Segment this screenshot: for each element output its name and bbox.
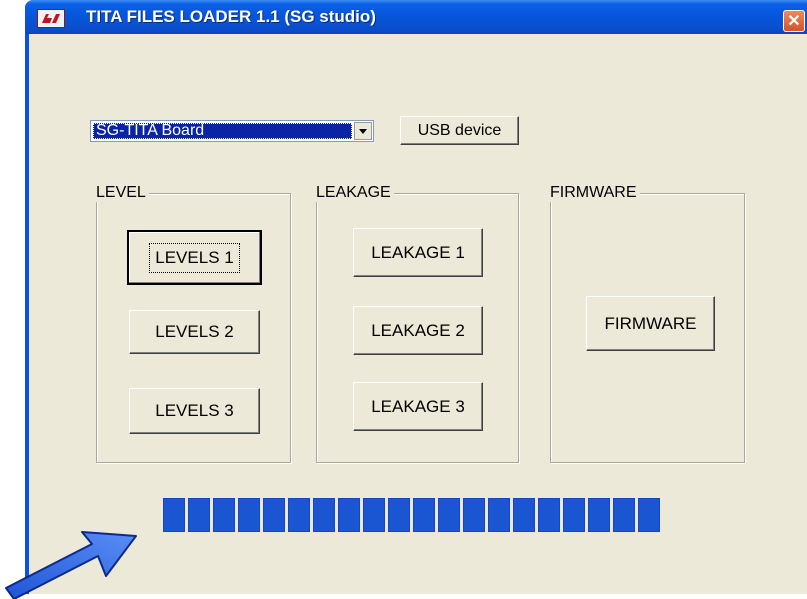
progress-block xyxy=(638,498,660,532)
pointer-arrow-icon xyxy=(5,531,137,599)
progress-block xyxy=(263,498,285,532)
leakage-3-button[interactable]: LEAKAGE 3 xyxy=(353,382,483,431)
firmware-button[interactable]: FIRMWARE xyxy=(586,296,715,351)
device-select-value: SG-TITA Board xyxy=(93,123,352,139)
leakage-group-label: LEAKAGE xyxy=(315,184,394,202)
levels-2-button[interactable]: LEVELS 2 xyxy=(129,310,260,354)
progress-block xyxy=(238,498,260,532)
levels-1-button[interactable]: LEVELS 1 xyxy=(127,230,262,285)
firmware-group-label: FIRMWARE xyxy=(549,184,640,202)
level-group: LEVEL LEVELS 1 LEVELS 2 LEVELS 3 xyxy=(95,184,291,463)
chevron-down-icon[interactable] xyxy=(354,122,372,140)
progress-block xyxy=(438,498,460,532)
levels-1-label: LEVELS 1 xyxy=(149,242,240,273)
app-logo-icon xyxy=(37,9,65,28)
progress-block xyxy=(188,498,210,532)
levels-3-button[interactable]: LEVELS 3 xyxy=(129,388,260,434)
leakage-2-button[interactable]: LEAKAGE 2 xyxy=(353,306,483,355)
firmware-group: FIRMWARE FIRMWARE xyxy=(549,184,745,463)
dialog-client-area: SG-TITA Board USB device LEVEL LEVELS 1 … xyxy=(29,34,807,594)
progress-block xyxy=(363,498,385,532)
progress-block xyxy=(413,498,435,532)
progress-block xyxy=(288,498,310,532)
leakage-group: LEAKAGE LEAKAGE 1 LEAKAGE 2 LEAKAGE 3 xyxy=(315,184,519,463)
device-select[interactable]: SG-TITA Board xyxy=(90,120,374,142)
level-group-label: LEVEL xyxy=(95,184,149,202)
title-bar[interactable]: TITA FILES LOADER 1.1 (SG studio) ✕ xyxy=(25,0,807,34)
app-window: TITA FILES LOADER 1.1 (SG studio) ✕ SG-T… xyxy=(25,0,807,594)
progress-block xyxy=(213,498,235,532)
progress-block xyxy=(163,498,185,532)
progress-block xyxy=(538,498,560,532)
progress-block xyxy=(588,498,610,532)
usb-device-button[interactable]: USB device xyxy=(400,116,519,145)
close-icon[interactable]: ✕ xyxy=(783,10,805,32)
progress-block xyxy=(513,498,535,532)
progress-bar xyxy=(163,498,675,532)
progress-block xyxy=(563,498,585,532)
window-title: TITA FILES LOADER 1.1 (SG studio) xyxy=(86,7,376,26)
progress-block xyxy=(488,498,510,532)
progress-block xyxy=(338,498,360,532)
progress-block xyxy=(388,498,410,532)
progress-block xyxy=(463,498,485,532)
progress-block xyxy=(613,498,635,532)
leakage-1-button[interactable]: LEAKAGE 1 xyxy=(353,228,483,277)
progress-block xyxy=(313,498,335,532)
